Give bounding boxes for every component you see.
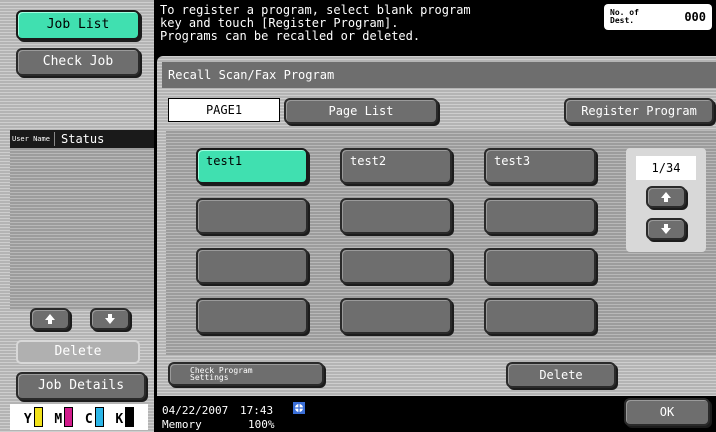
- program-key-6[interactable]: [484, 198, 596, 234]
- arrow-down-icon: [661, 224, 671, 234]
- destination-count-value: 000: [684, 10, 706, 24]
- program-key-11[interactable]: [340, 298, 452, 334]
- toner-indicators: Y M C K: [10, 404, 148, 430]
- scroll-down-button[interactable]: [90, 308, 130, 330]
- destination-counter: No. of Dest. 000: [604, 4, 712, 30]
- toner-y-level-bar: [33, 407, 43, 427]
- toner-k: K: [115, 407, 135, 427]
- program-key-9[interactable]: [484, 248, 596, 284]
- job-details-button[interactable]: Job Details: [16, 372, 146, 400]
- arrow-up-icon: [45, 314, 55, 324]
- job-list-button[interactable]: Job List: [16, 10, 140, 40]
- toner-c-level-bar: [94, 407, 104, 427]
- destination-count-label: No. of Dest.: [610, 8, 639, 25]
- toner-m: M: [54, 407, 74, 427]
- ok-button[interactable]: OK: [624, 398, 710, 426]
- program-key-8[interactable]: [340, 248, 452, 284]
- program-key-10[interactable]: [196, 298, 308, 334]
- status-time: 17:43: [240, 404, 274, 417]
- job-list-header: User Name Status: [10, 130, 154, 148]
- tab-page1[interactable]: PAGE1: [168, 98, 280, 122]
- toner-m-level-bar: [64, 407, 74, 427]
- tab-page-list[interactable]: Page List: [284, 98, 438, 124]
- program-key-7[interactable]: [196, 248, 308, 284]
- job-list-area: [10, 148, 154, 310]
- program-key-5[interactable]: [340, 198, 452, 234]
- page-down-button[interactable]: [646, 218, 686, 240]
- sidebar-delete-button[interactable]: Delete: [16, 340, 140, 364]
- panel-title: Recall Scan/Fax Program: [168, 68, 335, 82]
- program-key-2[interactable]: test2: [340, 148, 452, 184]
- toner-c: C: [85, 407, 104, 427]
- scroll-up-button[interactable]: [30, 308, 70, 330]
- memory-label: Memory: [162, 418, 202, 431]
- instruction-message: To register a program, select blank prog…: [160, 3, 471, 43]
- program-key-3[interactable]: test3: [484, 148, 596, 184]
- program-key-12[interactable]: [484, 298, 596, 334]
- status-bar: 04/22/2007 17:43 Memory 100%: [154, 396, 614, 432]
- status-column-header: Status: [54, 132, 104, 146]
- page-up-button[interactable]: [646, 186, 686, 208]
- check-program-settings-button[interactable]: Check Program Settings: [168, 362, 324, 386]
- status-date: 04/22/2007: [162, 404, 229, 417]
- network-icon: [292, 400, 306, 414]
- register-program-button[interactable]: Register Program: [564, 98, 714, 124]
- memory-value: 100%: [248, 418, 275, 431]
- check-job-button[interactable]: Check Job: [16, 48, 140, 76]
- arrow-down-icon: [105, 314, 115, 324]
- panel-title-bar: Recall Scan/Fax Program: [162, 62, 716, 88]
- toner-y: Y: [24, 407, 43, 427]
- arrow-up-icon: [661, 192, 671, 202]
- program-key-1[interactable]: test1: [196, 148, 308, 184]
- page-indicator: 1/34: [636, 156, 696, 180]
- program-key-4[interactable]: [196, 198, 308, 234]
- toner-k-level-bar: [125, 407, 135, 427]
- program-delete-button[interactable]: Delete: [506, 362, 616, 388]
- user-name-column-header: User Name: [12, 134, 50, 143]
